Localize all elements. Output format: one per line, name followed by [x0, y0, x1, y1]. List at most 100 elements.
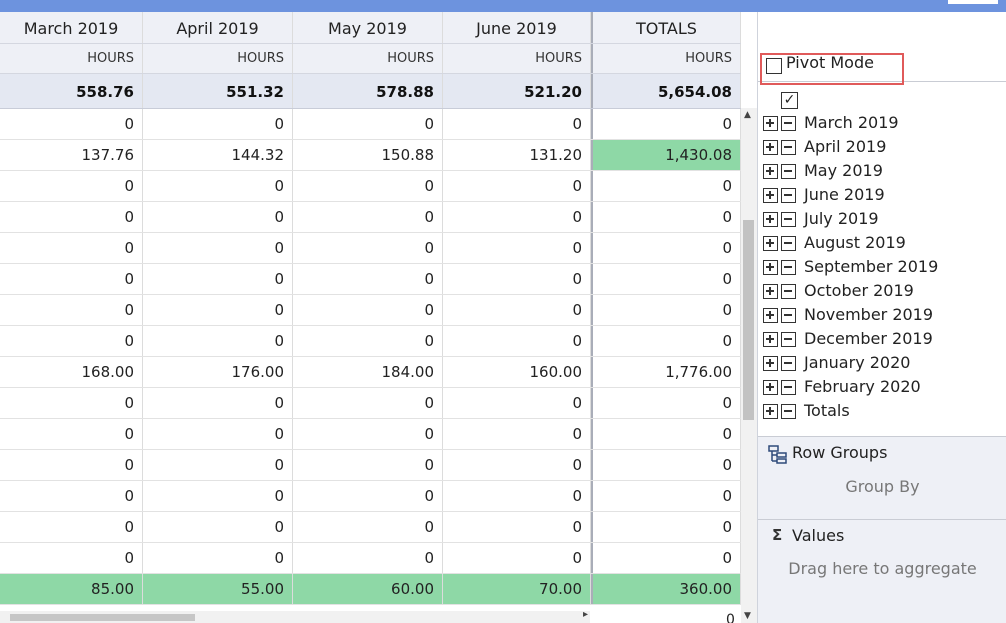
- column-list-item[interactable]: October 2019: [763, 279, 1003, 303]
- collapse-icon[interactable]: [781, 404, 796, 419]
- table-cell[interactable]: 0: [293, 450, 443, 480]
- table-cell[interactable]: 0: [293, 481, 443, 511]
- column-list-item[interactable]: April 2019: [763, 135, 1003, 159]
- table-cell[interactable]: 0: [143, 326, 293, 356]
- column-list-item[interactable]: September 2019: [763, 255, 1003, 279]
- collapse-icon[interactable]: [781, 188, 796, 203]
- column-header[interactable]: May 2019: [293, 12, 443, 43]
- top-bar-button[interactable]: [948, 0, 998, 4]
- column-header[interactable]: June 2019: [443, 12, 591, 43]
- table-cell[interactable]: 0: [591, 264, 741, 294]
- collapse-icon[interactable]: [781, 308, 796, 323]
- vertical-scrollbar[interactable]: ▲ ▼: [741, 108, 757, 623]
- table-cell[interactable]: 1,430.08: [591, 140, 741, 170]
- column-list-item[interactable]: December 2019: [763, 327, 1003, 351]
- values-section[interactable]: Σ Values Drag here to aggregate: [758, 520, 1006, 623]
- collapse-icon[interactable]: [781, 356, 796, 371]
- column-header[interactable]: March 2019: [0, 12, 143, 43]
- table-cell[interactable]: 0: [143, 419, 293, 449]
- table-cell[interactable]: 360.00: [591, 574, 741, 604]
- column-header[interactable]: TOTALS: [591, 12, 741, 43]
- pivot-mode-label[interactable]: Pivot Mode: [786, 53, 874, 72]
- table-cell[interactable]: 0: [293, 512, 443, 542]
- table-cell[interactable]: 0: [0, 450, 143, 480]
- table-cell[interactable]: 0: [143, 512, 293, 542]
- table-cell[interactable]: 0: [143, 543, 293, 573]
- table-row[interactable]: 00000: [0, 512, 741, 543]
- column-list-item[interactable]: June 2019: [763, 183, 1003, 207]
- table-cell[interactable]: 0: [443, 419, 591, 449]
- table-row[interactable]: 85.00 55.00 60.00 70.00 360.00: [0, 574, 741, 605]
- table-cell[interactable]: 144.32: [143, 140, 293, 170]
- scroll-right-icon[interactable]: ▸: [583, 609, 588, 620]
- table-cell[interactable]: 0: [143, 171, 293, 201]
- table-row[interactable]: 168.00 176.00 184.00 160.00 1,776.00: [0, 357, 741, 388]
- table-cell[interactable]: 0: [293, 109, 443, 139]
- table-cell[interactable]: 0: [443, 481, 591, 511]
- collapse-icon[interactable]: [781, 116, 796, 131]
- table-cell[interactable]: 0: [443, 543, 591, 573]
- select-all-checkbox[interactable]: ✓: [781, 92, 798, 109]
- table-cell[interactable]: 0: [443, 109, 591, 139]
- table-cell[interactable]: 0: [293, 202, 443, 232]
- table-cell[interactable]: 0: [591, 295, 741, 325]
- expand-icon[interactable]: [763, 404, 778, 419]
- table-cell[interactable]: 0: [443, 171, 591, 201]
- table-cell[interactable]: 0: [143, 202, 293, 232]
- column-list-item[interactable]: February 2020: [763, 375, 1003, 399]
- collapse-icon[interactable]: [781, 140, 796, 155]
- column-list-item[interactable]: May 2019: [763, 159, 1003, 183]
- table-cell[interactable]: 0: [0, 295, 143, 325]
- table-cell[interactable]: 160.00: [443, 357, 591, 387]
- table-cell[interactable]: 0: [293, 233, 443, 263]
- row-groups-section[interactable]: Row Groups Group By: [758, 436, 1006, 520]
- table-cell[interactable]: 0: [293, 171, 443, 201]
- collapse-icon[interactable]: [781, 284, 796, 299]
- horizontal-scrollbar[interactable]: ▸: [0, 609, 590, 623]
- scroll-down-icon[interactable]: ▼: [744, 611, 751, 621]
- expand-icon[interactable]: [763, 284, 778, 299]
- table-cell[interactable]: 0: [591, 543, 741, 573]
- table-row[interactable]: 00000: [0, 450, 741, 481]
- table-cell[interactable]: 0: [0, 419, 143, 449]
- table-cell[interactable]: 0: [0, 264, 143, 294]
- table-cell[interactable]: 70.00: [443, 574, 591, 604]
- horizontal-scroll-thumb[interactable]: [10, 614, 195, 621]
- table-cell[interactable]: 150.88: [293, 140, 443, 170]
- table-cell[interactable]: 0: [293, 419, 443, 449]
- table-cell[interactable]: 0: [591, 171, 741, 201]
- collapse-icon[interactable]: [781, 260, 796, 275]
- table-cell[interactable]: 60.00: [293, 574, 443, 604]
- column-list-item[interactable]: August 2019: [763, 231, 1003, 255]
- expand-icon[interactable]: [763, 308, 778, 323]
- collapse-icon[interactable]: [781, 212, 796, 227]
- expand-icon[interactable]: [763, 164, 778, 179]
- table-cell[interactable]: 0: [143, 450, 293, 480]
- table-cell[interactable]: 0: [0, 171, 143, 201]
- table-cell[interactable]: 0: [591, 419, 741, 449]
- scroll-up-icon[interactable]: ▲: [744, 110, 751, 120]
- expand-icon[interactable]: [763, 356, 778, 371]
- table-cell[interactable]: 1,776.00: [591, 357, 741, 387]
- column-list-item[interactable]: March 2019: [763, 111, 1003, 135]
- table-cell[interactable]: 137.76: [0, 140, 143, 170]
- table-cell[interactable]: 0: [293, 326, 443, 356]
- vertical-scroll-thumb[interactable]: [743, 220, 754, 420]
- table-row[interactable]: 00000: [0, 171, 741, 202]
- table-cell[interactable]: 0: [443, 264, 591, 294]
- table-cell[interactable]: 168.00: [0, 357, 143, 387]
- table-row[interactable]: 137.76 144.32 150.88 131.20 1,430.08: [0, 140, 741, 171]
- table-row[interactable]: 00000: [0, 109, 741, 140]
- table-row[interactable]: 00000: [0, 295, 741, 326]
- table-cell[interactable]: 131.20: [443, 140, 591, 170]
- column-list-item[interactable]: January 2020: [763, 351, 1003, 375]
- table-cell[interactable]: 0: [0, 109, 143, 139]
- column-header[interactable]: April 2019: [143, 12, 293, 43]
- table-cell[interactable]: 0: [143, 264, 293, 294]
- table-cell[interactable]: 0: [0, 512, 143, 542]
- expand-icon[interactable]: [763, 236, 778, 251]
- collapse-icon[interactable]: [781, 380, 796, 395]
- column-list-item[interactable]: July 2019: [763, 207, 1003, 231]
- table-cell[interactable]: 176.00: [143, 357, 293, 387]
- column-list-item[interactable]: November 2019: [763, 303, 1003, 327]
